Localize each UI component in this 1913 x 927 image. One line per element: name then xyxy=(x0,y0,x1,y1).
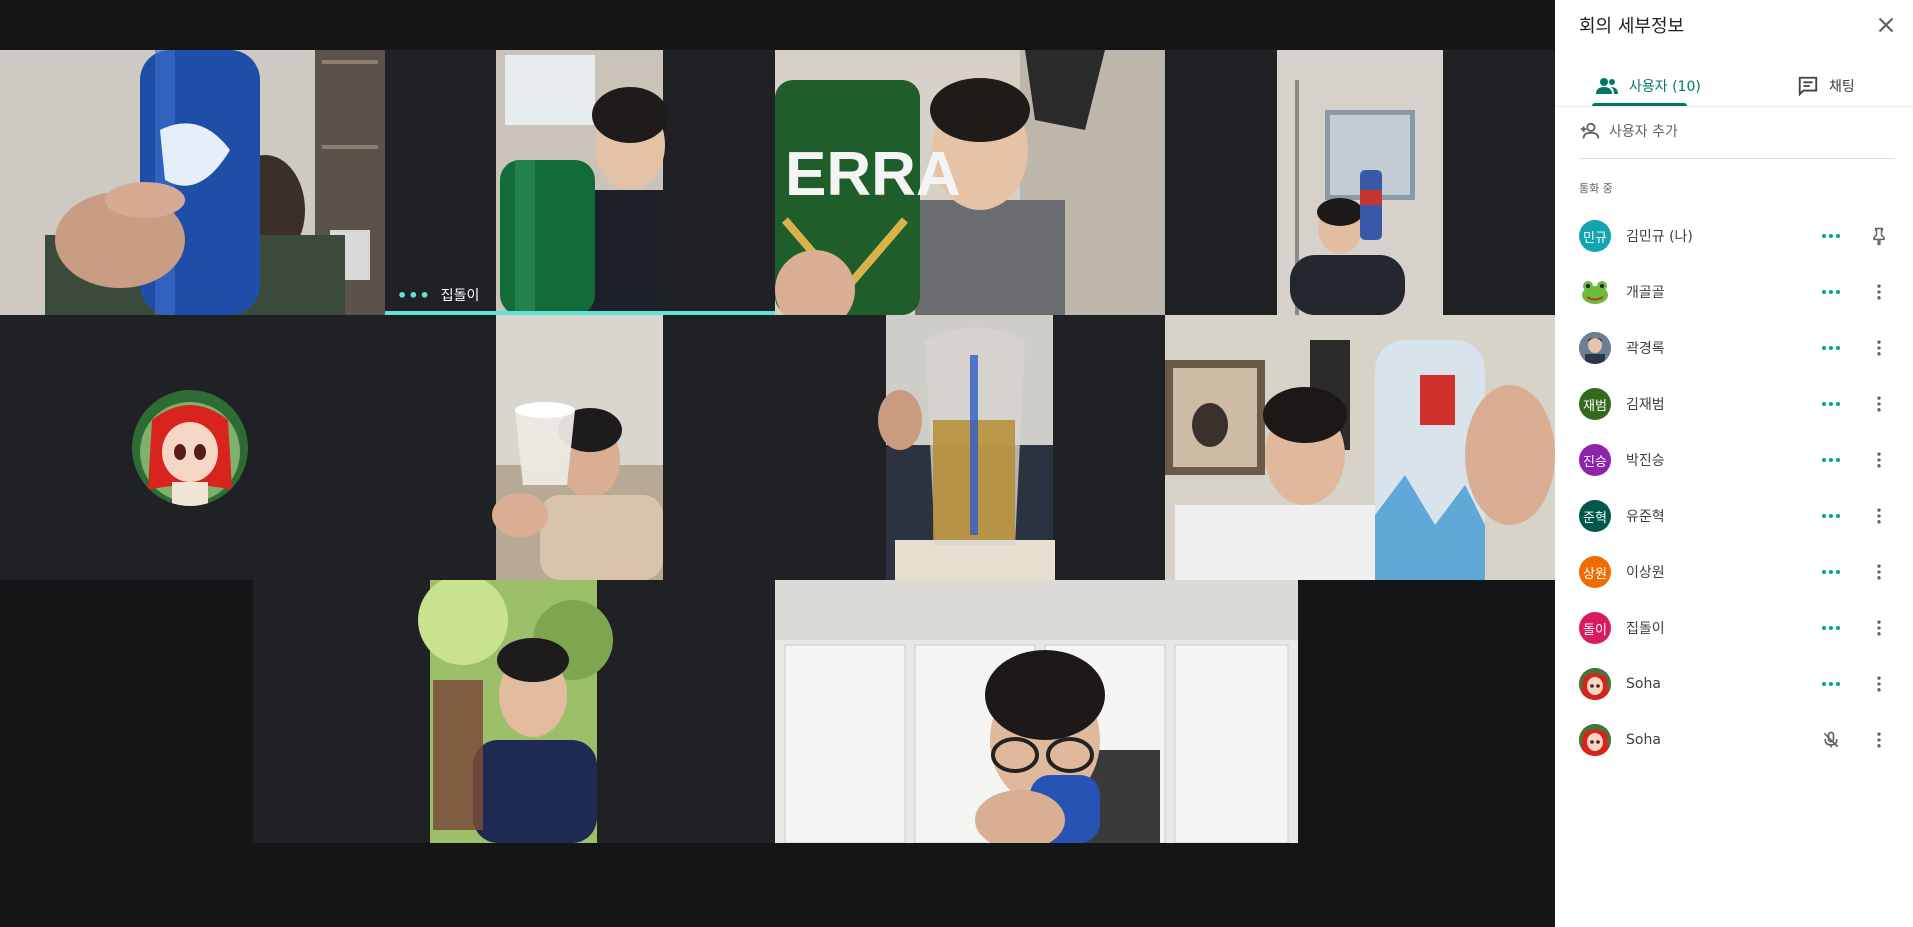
more-vert-icon[interactable] xyxy=(1867,614,1891,642)
svg-text:ERRA: ERRA xyxy=(785,140,961,209)
participant-row[interactable]: 돌이 집돌이 xyxy=(1555,600,1913,656)
video-tile[interactable] xyxy=(1165,315,1555,580)
participant-name: 김재범 xyxy=(1626,397,1665,413)
video-feed xyxy=(1165,315,1555,580)
more-vert-icon[interactable] xyxy=(1867,670,1891,698)
avatar: 재범 xyxy=(1579,388,1611,420)
avatar: 돌이 xyxy=(1579,612,1611,644)
panel-title: 회의 세부정보 xyxy=(1579,16,1685,37)
video-stage: ••• 집돌이 ERRA xyxy=(0,0,1555,927)
video-tile[interactable] xyxy=(385,315,775,580)
audio-level-icon xyxy=(1817,278,1845,306)
more-vert-icon[interactable] xyxy=(1867,334,1891,362)
participant-name: 이상원 xyxy=(1626,565,1665,581)
video-tile[interactable] xyxy=(1165,50,1555,315)
divider xyxy=(1555,106,1913,107)
tab-people-label: 사용자 (10) xyxy=(1629,79,1701,95)
video-tile[interactable] xyxy=(253,580,643,843)
avatar xyxy=(1579,276,1611,308)
participant-name: 집돌이 xyxy=(440,288,480,304)
participant-name: Soha xyxy=(1626,732,1661,748)
avatar xyxy=(1579,668,1611,700)
avatar xyxy=(1579,724,1611,756)
people-icon xyxy=(1596,78,1618,94)
participant-row[interactable]: 준혁 유준혁 xyxy=(1555,488,1913,544)
avatar xyxy=(1579,332,1611,364)
audio-level-icon xyxy=(1817,222,1845,250)
add-user-button[interactable]: 사용자 추가 xyxy=(1579,120,1678,142)
participant-row[interactable]: 개골골 xyxy=(1555,264,1913,320)
video-feed xyxy=(775,315,1165,580)
participant-name: 개골골 xyxy=(1626,285,1665,301)
audio-level-icon xyxy=(1817,446,1845,474)
more-vert-icon[interactable] xyxy=(1867,278,1891,306)
more-vert-icon[interactable] xyxy=(1867,558,1891,586)
close-panel-button[interactable] xyxy=(1873,12,1899,38)
meeting-details-panel: 회의 세부정보 사용자 (10) 채팅 사용자 추가 통화 중 민규 김민규 (… xyxy=(1555,0,1913,927)
tab-people[interactable]: 사용자 (10) xyxy=(1595,66,1701,106)
pin-icon[interactable] xyxy=(1867,222,1891,250)
video-tile[interactable] xyxy=(0,50,385,315)
video-feed: ERRA xyxy=(775,50,1165,315)
video-feed xyxy=(0,50,385,315)
participant-row[interactable]: 재범 김재범 xyxy=(1555,376,1913,432)
more-vert-icon[interactable] xyxy=(1867,446,1891,474)
divider xyxy=(1579,158,1895,159)
video-feed xyxy=(385,50,775,315)
video-tile[interactable]: ERRA xyxy=(775,50,1165,315)
tab-chat[interactable]: 채팅 xyxy=(1797,66,1855,106)
avatar: 민규 xyxy=(1579,220,1611,252)
chat-icon xyxy=(1798,76,1818,97)
participant-name: 집돌이 xyxy=(1626,621,1665,637)
avatar: 상원 xyxy=(1579,556,1611,588)
video-tile[interactable] xyxy=(0,315,385,580)
audio-level-icon xyxy=(1817,334,1845,362)
tile-name-label: ••• 집돌이 xyxy=(397,285,479,305)
participant-name: 곽경록 xyxy=(1626,341,1665,357)
participant-row[interactable]: Soha xyxy=(1555,712,1913,768)
avatar: 준혁 xyxy=(1579,500,1611,532)
video-tile[interactable] xyxy=(775,580,1298,843)
participant-row[interactable]: 상원 이상원 xyxy=(1555,544,1913,600)
more-vert-icon[interactable] xyxy=(1867,726,1891,754)
tab-chat-label: 채팅 xyxy=(1829,79,1855,95)
video-feed xyxy=(775,580,1298,843)
audio-level-icon xyxy=(1817,390,1845,418)
participant-name: 유준혁 xyxy=(1626,509,1665,525)
section-label: 통화 중 xyxy=(1579,182,1613,195)
speaking-dots-icon: ••• xyxy=(397,285,431,305)
more-vert-icon[interactable] xyxy=(1867,390,1891,418)
participant-name: 박진승 xyxy=(1626,453,1665,469)
audio-level-icon xyxy=(1817,670,1845,698)
video-feed xyxy=(1165,50,1555,315)
video-tile[interactable]: ••• 집돌이 xyxy=(385,50,775,315)
avatar: 진승 xyxy=(1579,444,1611,476)
add-person-icon xyxy=(1580,122,1600,139)
audio-level-icon xyxy=(1817,614,1845,642)
participant-row[interactable]: 민규 김민규 (나) xyxy=(1555,208,1913,264)
audio-level-icon xyxy=(1817,502,1845,530)
video-tile[interactable] xyxy=(775,315,1165,580)
mic-off-icon xyxy=(1817,726,1845,754)
video-feed xyxy=(253,580,643,843)
add-user-label: 사용자 추가 xyxy=(1609,124,1678,140)
participant-name: Soha xyxy=(1626,676,1661,692)
participant-name: 김민규 (나) xyxy=(1626,229,1693,245)
close-icon xyxy=(1878,17,1894,33)
participant-row[interactable]: 곽경록 xyxy=(1555,320,1913,376)
participant-row[interactable]: 진승 박진승 xyxy=(1555,432,1913,488)
audio-level-icon xyxy=(1817,558,1845,586)
participant-avatar xyxy=(132,390,248,506)
video-feed xyxy=(385,315,775,580)
more-vert-icon[interactable] xyxy=(1867,502,1891,530)
participant-row[interactable]: Soha xyxy=(1555,656,1913,712)
